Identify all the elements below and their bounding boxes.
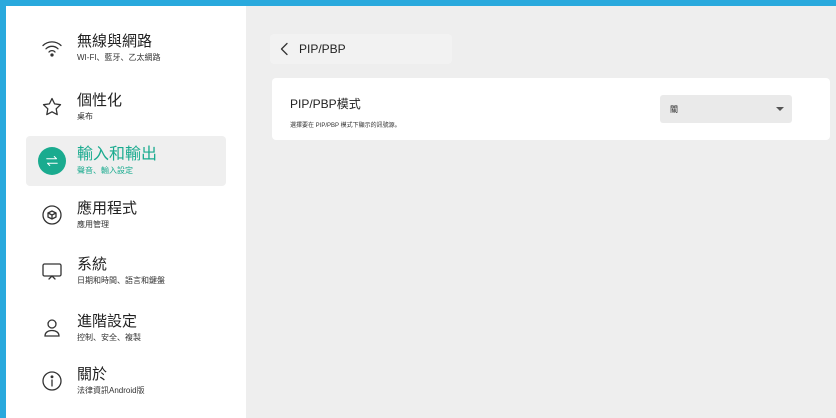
sidebar-item-sublabel: 應用管理 (77, 220, 109, 229)
sidebar-item-label: 關於 (77, 366, 108, 383)
swap-arrows-icon (38, 147, 66, 175)
caret-down-icon (776, 107, 784, 111)
sidebar-item-advanced[interactable]: 進階設定 控制、安全、複製 (26, 303, 226, 353)
sidebar-item-about[interactable]: 關於 法律資訊Android版 (26, 356, 226, 406)
sidebar-item-label: 應用程式 (77, 200, 138, 217)
user-icon (38, 314, 66, 342)
cube-icon (38, 201, 66, 229)
sidebar-item-sublabel: 日期和時間、語言和鍵盤 (77, 276, 165, 285)
sidebar-item-label: 個性化 (77, 92, 123, 109)
back-button[interactable]: PIP/PBP (270, 34, 452, 64)
chevron-left-icon (280, 42, 288, 56)
setting-title: PIP/PBP模式 (290, 97, 361, 111)
pip-pbp-mode-dropdown[interactable]: 關 (660, 95, 792, 123)
sidebar-item-input-output[interactable]: 輸入和輸出 聲音、輸入設定 (26, 136, 226, 186)
sidebar-item-network[interactable]: 無線與網路 WI-FI、藍牙、乙太網路 (26, 23, 226, 73)
main-content: PIP/PBP PIP/PBP模式 選擇要在 PIP/PBP 模式下顯示的訊號源… (246, 6, 836, 418)
sidebar-item-sublabel: WI-FI、藍牙、乙太網路 (77, 53, 161, 62)
sidebar-item-sublabel: 控制、安全、複製 (77, 333, 141, 342)
wifi-icon (38, 34, 66, 62)
sidebar-item-sublabel: 桌布 (77, 112, 93, 121)
pip-pbp-setting-card: PIP/PBP模式 選擇要在 PIP/PBP 模式下顯示的訊號源。 關 (272, 78, 830, 140)
sidebar-item-label: 輸入和輸出 (77, 146, 158, 163)
sidebar-item-label: 無線與網路 (77, 33, 153, 50)
monitor-icon (38, 257, 66, 285)
sidebar-item-label: 系統 (77, 256, 108, 273)
dropdown-value: 關 (670, 105, 678, 114)
sidebar-item-sublabel: 法律資訊Android版 (77, 386, 145, 395)
sidebar: 無線與網路 WI-FI、藍牙、乙太網路 個性化 桌布 輸入和輸出 聲音、輸入設定… (6, 6, 246, 418)
sidebar-item-apps[interactable]: 應用程式 應用管理 (26, 190, 226, 240)
sidebar-item-system[interactable]: 系統 日期和時間、語言和鍵盤 (26, 246, 226, 296)
page-title: PIP/PBP (299, 42, 346, 56)
sidebar-item-personalization[interactable]: 個性化 桌布 (26, 82, 226, 132)
star-icon (38, 93, 66, 121)
sidebar-item-label: 進階設定 (77, 313, 138, 330)
setting-description: 選擇要在 PIP/PBP 模式下顯示的訊號源。 (290, 123, 401, 129)
settings-window: 無線與網路 WI-FI、藍牙、乙太網路 個性化 桌布 輸入和輸出 聲音、輸入設定… (6, 6, 836, 418)
info-icon (38, 367, 66, 395)
sidebar-item-sublabel: 聲音、輸入設定 (77, 166, 133, 175)
